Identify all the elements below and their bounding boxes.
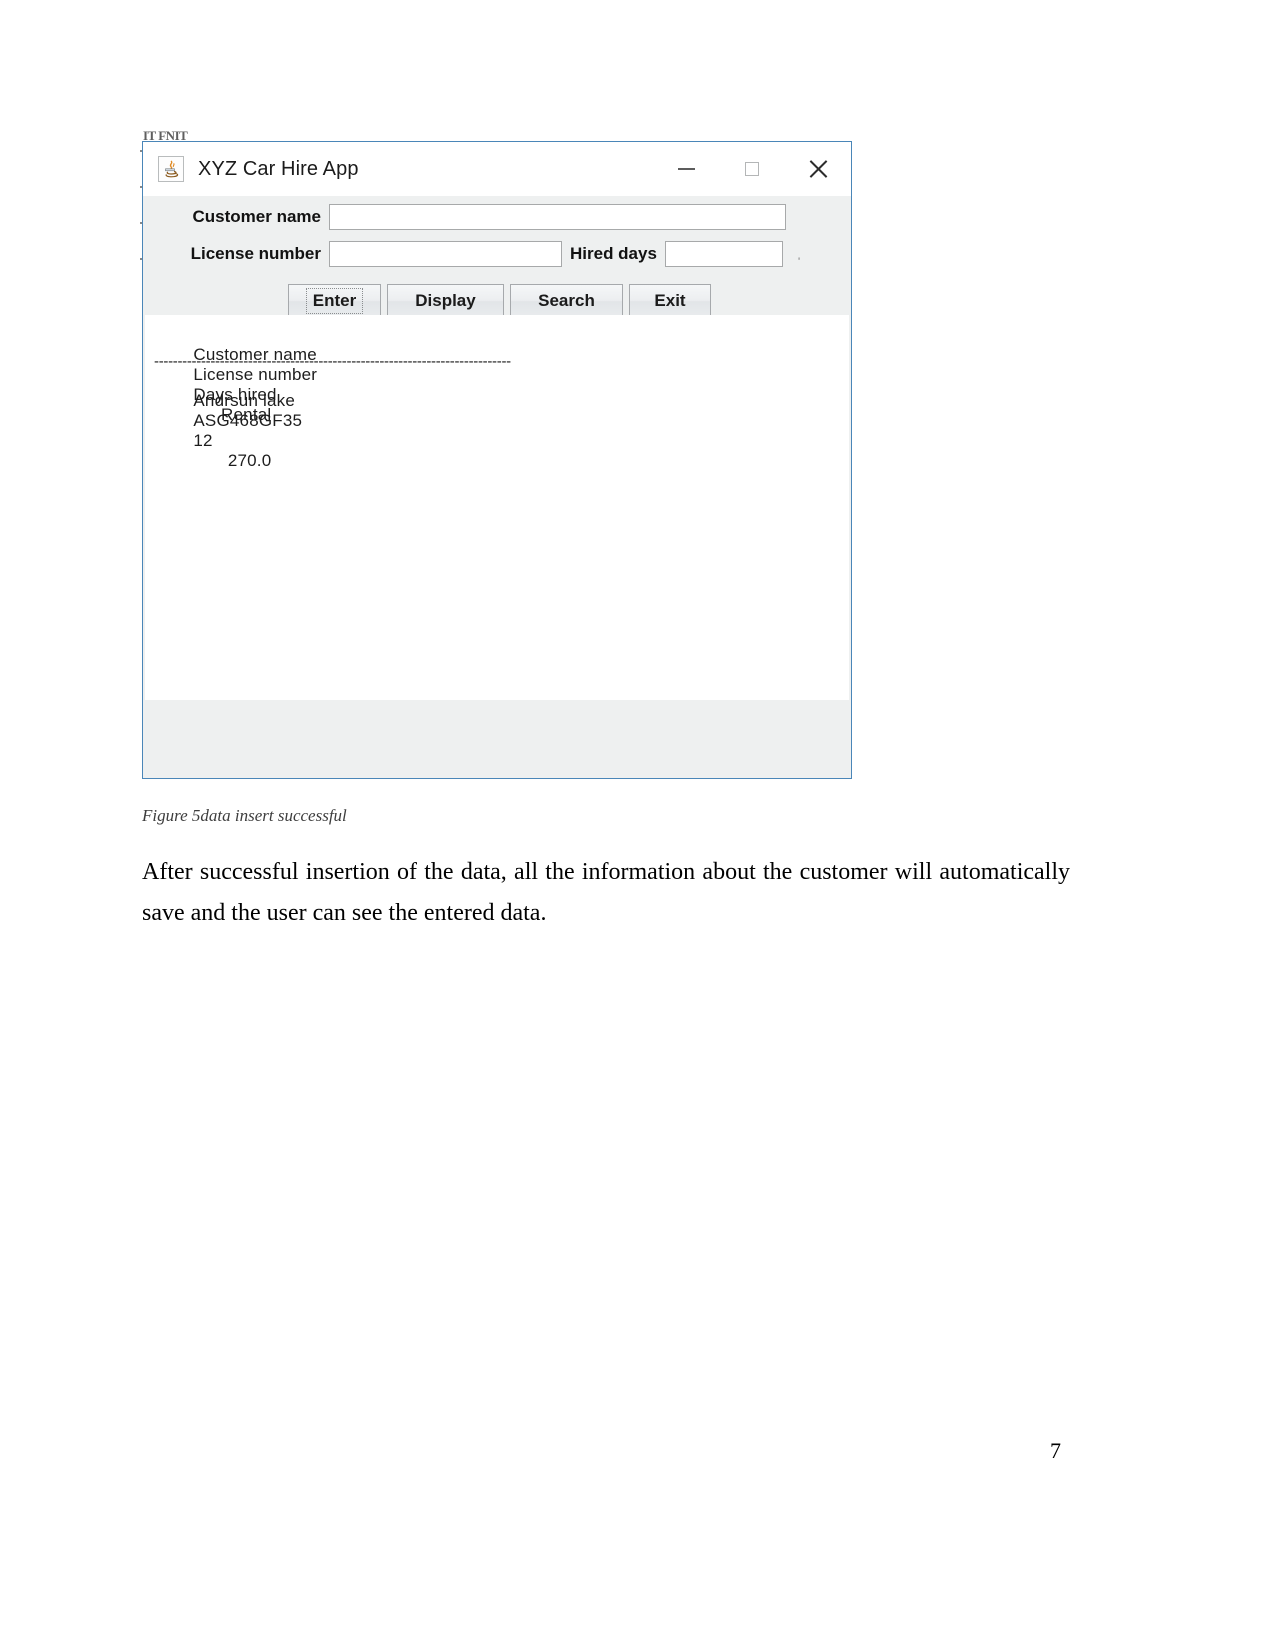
display-button[interactable]: Display (387, 284, 504, 318)
cell-license-number: ASG468GF35 (193, 411, 303, 430)
license-number-label: License number (190, 244, 321, 263)
customer-name-label: Customer name (192, 207, 321, 226)
maximize-icon (745, 162, 759, 176)
hired-days-label: Hired days (570, 244, 657, 263)
exit-button-label: Exit (654, 291, 686, 310)
action-button-row: Enter Display Search Exit (288, 284, 711, 318)
app-window-screenshot: XYZ Car Hire App Customer name License n (142, 141, 852, 779)
window-controls (653, 142, 851, 196)
exit-button[interactable]: Exit (629, 284, 711, 318)
page-bleed-text: IT FNIT (143, 128, 188, 142)
document-page: IT FNIT XYZ Car Hire App Customer name L… (0, 0, 1275, 1651)
input-form-panel: Customer name License number Hired days … (143, 196, 851, 318)
customer-name-row: Customer name (143, 204, 851, 230)
maximize-button[interactable] (719, 142, 785, 196)
window-status-panel (145, 700, 849, 776)
display-button-label: Display (415, 291, 476, 310)
cell-rental: 270.0 (227, 451, 272, 470)
page-number: 7 (1050, 1438, 1061, 1463)
license-number-input[interactable] (329, 241, 562, 267)
results-separator: ----------------------------------------… (154, 353, 511, 370)
cell-customer-name: Andrsun lake (193, 391, 296, 410)
enter-button[interactable]: Enter (288, 284, 381, 318)
search-button[interactable]: Search (510, 284, 623, 318)
customer-name-input[interactable] (329, 204, 786, 230)
minimize-icon (677, 168, 695, 170)
figure-caption: Figure 5data insert successful (142, 806, 347, 825)
results-text-area[interactable]: Customer name License number Days hired … (145, 315, 849, 700)
hired-days-input[interactable] (664, 241, 783, 267)
enter-button-label: Enter (305, 288, 364, 314)
body-paragraph: After successful insertion of the data, … (142, 859, 1070, 926)
window-title: XYZ Car Hire App (198, 157, 359, 180)
table-row: Andrsun lake ASG468GF35 12 270.0 (154, 371, 383, 491)
minimize-button[interactable] (653, 142, 719, 196)
license-hired-row: License number Hired days (143, 241, 851, 267)
cell-days-hired: 12 (193, 431, 213, 450)
search-button-label: Search (538, 291, 595, 310)
stray-mark: ' (798, 256, 801, 268)
java-coffee-cup-icon (158, 156, 184, 182)
close-button[interactable] (785, 142, 851, 196)
close-icon (807, 158, 829, 180)
window-titlebar: XYZ Car Hire App (143, 142, 851, 197)
